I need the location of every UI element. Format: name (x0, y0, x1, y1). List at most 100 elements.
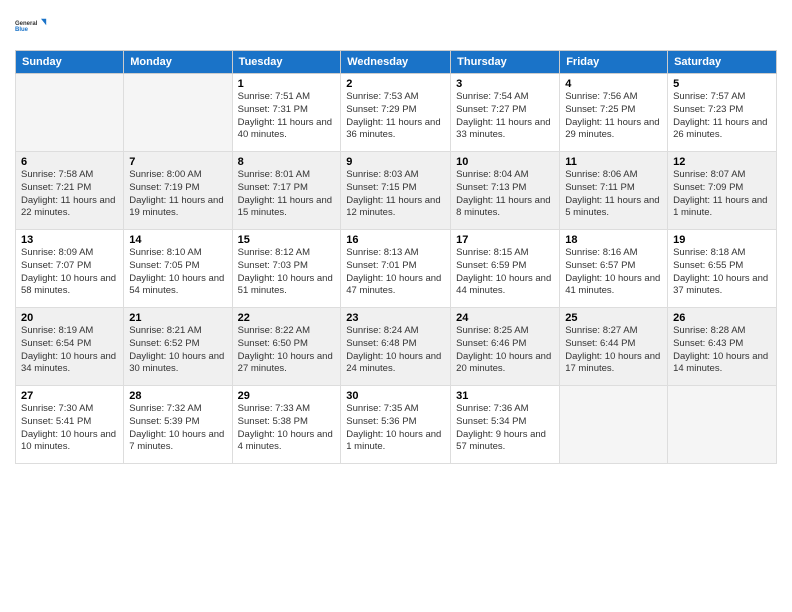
day-cell (16, 74, 124, 152)
day-number: 29 (238, 390, 336, 402)
day-cell: 6Sunrise: 7:58 AM Sunset: 7:21 PM Daylig… (16, 152, 124, 230)
day-cell: 1Sunrise: 7:51 AM Sunset: 7:31 PM Daylig… (232, 74, 341, 152)
day-cell: 18Sunrise: 8:16 AM Sunset: 6:57 PM Dayli… (560, 230, 668, 308)
day-info: Sunrise: 8:25 AM Sunset: 6:46 PM Dayligh… (456, 325, 554, 376)
weekday-friday: Friday (560, 51, 668, 74)
svg-text:Blue: Blue (15, 27, 29, 33)
day-info: Sunrise: 8:18 AM Sunset: 6:55 PM Dayligh… (673, 247, 771, 298)
day-number: 18 (565, 234, 662, 246)
calendar: SundayMondayTuesdayWednesdayThursdayFrid… (15, 50, 777, 464)
day-cell: 15Sunrise: 8:12 AM Sunset: 7:03 PM Dayli… (232, 230, 341, 308)
day-cell: 21Sunrise: 8:21 AM Sunset: 6:52 PM Dayli… (124, 308, 232, 386)
day-info: Sunrise: 8:13 AM Sunset: 7:01 PM Dayligh… (346, 247, 445, 298)
logo: GeneralBlue (15, 10, 47, 42)
day-cell: 14Sunrise: 8:10 AM Sunset: 7:05 PM Dayli… (124, 230, 232, 308)
day-info: Sunrise: 8:19 AM Sunset: 6:54 PM Dayligh… (21, 325, 118, 376)
day-cell: 19Sunrise: 8:18 AM Sunset: 6:55 PM Dayli… (668, 230, 777, 308)
day-cell: 10Sunrise: 8:04 AM Sunset: 7:13 PM Dayli… (451, 152, 560, 230)
week-row-1: 1Sunrise: 7:51 AM Sunset: 7:31 PM Daylig… (16, 74, 777, 152)
day-cell: 29Sunrise: 7:33 AM Sunset: 5:38 PM Dayli… (232, 386, 341, 464)
day-number: 22 (238, 312, 336, 324)
weekday-header-row: SundayMondayTuesdayWednesdayThursdayFrid… (16, 51, 777, 74)
day-cell: 7Sunrise: 8:00 AM Sunset: 7:19 PM Daylig… (124, 152, 232, 230)
week-row-2: 6Sunrise: 7:58 AM Sunset: 7:21 PM Daylig… (16, 152, 777, 230)
day-info: Sunrise: 8:28 AM Sunset: 6:43 PM Dayligh… (673, 325, 771, 376)
weekday-monday: Monday (124, 51, 232, 74)
day-cell: 16Sunrise: 8:13 AM Sunset: 7:01 PM Dayli… (341, 230, 451, 308)
day-info: Sunrise: 7:33 AM Sunset: 5:38 PM Dayligh… (238, 403, 336, 454)
day-number: 19 (673, 234, 771, 246)
day-info: Sunrise: 7:57 AM Sunset: 7:23 PM Dayligh… (673, 91, 771, 142)
day-info: Sunrise: 8:22 AM Sunset: 6:50 PM Dayligh… (238, 325, 336, 376)
day-cell: 28Sunrise: 7:32 AM Sunset: 5:39 PM Dayli… (124, 386, 232, 464)
day-info: Sunrise: 8:12 AM Sunset: 7:03 PM Dayligh… (238, 247, 336, 298)
day-number: 5 (673, 78, 771, 90)
day-cell: 20Sunrise: 8:19 AM Sunset: 6:54 PM Dayli… (16, 308, 124, 386)
day-number: 14 (129, 234, 226, 246)
day-number: 17 (456, 234, 554, 246)
day-number: 9 (346, 156, 445, 168)
header: GeneralBlue (15, 10, 777, 42)
day-info: Sunrise: 8:07 AM Sunset: 7:09 PM Dayligh… (673, 169, 771, 220)
logo-icon: GeneralBlue (15, 10, 47, 42)
day-number: 25 (565, 312, 662, 324)
day-info: Sunrise: 8:06 AM Sunset: 7:11 PM Dayligh… (565, 169, 662, 220)
day-cell (560, 386, 668, 464)
day-number: 20 (21, 312, 118, 324)
day-cell: 23Sunrise: 8:24 AM Sunset: 6:48 PM Dayli… (341, 308, 451, 386)
day-number: 15 (238, 234, 336, 246)
weekday-thursday: Thursday (451, 51, 560, 74)
day-cell: 17Sunrise: 8:15 AM Sunset: 6:59 PM Dayli… (451, 230, 560, 308)
day-info: Sunrise: 8:15 AM Sunset: 6:59 PM Dayligh… (456, 247, 554, 298)
day-info: Sunrise: 7:53 AM Sunset: 7:29 PM Dayligh… (346, 91, 445, 142)
day-cell: 30Sunrise: 7:35 AM Sunset: 5:36 PM Dayli… (341, 386, 451, 464)
day-info: Sunrise: 8:27 AM Sunset: 6:44 PM Dayligh… (565, 325, 662, 376)
week-row-4: 20Sunrise: 8:19 AM Sunset: 6:54 PM Dayli… (16, 308, 777, 386)
day-number: 30 (346, 390, 445, 402)
weekday-wednesday: Wednesday (341, 51, 451, 74)
day-info: Sunrise: 7:36 AM Sunset: 5:34 PM Dayligh… (456, 403, 554, 454)
day-info: Sunrise: 8:04 AM Sunset: 7:13 PM Dayligh… (456, 169, 554, 220)
weekday-tuesday: Tuesday (232, 51, 341, 74)
day-info: Sunrise: 7:35 AM Sunset: 5:36 PM Dayligh… (346, 403, 445, 454)
day-cell: 8Sunrise: 8:01 AM Sunset: 7:17 PM Daylig… (232, 152, 341, 230)
day-cell: 2Sunrise: 7:53 AM Sunset: 7:29 PM Daylig… (341, 74, 451, 152)
day-cell: 31Sunrise: 7:36 AM Sunset: 5:34 PM Dayli… (451, 386, 560, 464)
svg-text:General: General (15, 21, 38, 27)
day-cell: 27Sunrise: 7:30 AM Sunset: 5:41 PM Dayli… (16, 386, 124, 464)
day-info: Sunrise: 8:10 AM Sunset: 7:05 PM Dayligh… (129, 247, 226, 298)
day-number: 23 (346, 312, 445, 324)
day-number: 7 (129, 156, 226, 168)
weekday-sunday: Sunday (16, 51, 124, 74)
day-cell: 4Sunrise: 7:56 AM Sunset: 7:25 PM Daylig… (560, 74, 668, 152)
day-number: 24 (456, 312, 554, 324)
day-info: Sunrise: 8:01 AM Sunset: 7:17 PM Dayligh… (238, 169, 336, 220)
day-info: Sunrise: 7:51 AM Sunset: 7:31 PM Dayligh… (238, 91, 336, 142)
page: GeneralBlue SundayMondayTuesdayWednesday… (0, 0, 792, 612)
week-row-5: 27Sunrise: 7:30 AM Sunset: 5:41 PM Dayli… (16, 386, 777, 464)
day-cell: 12Sunrise: 8:07 AM Sunset: 7:09 PM Dayli… (668, 152, 777, 230)
day-info: Sunrise: 7:56 AM Sunset: 7:25 PM Dayligh… (565, 91, 662, 142)
day-number: 2 (346, 78, 445, 90)
day-cell (124, 74, 232, 152)
day-cell: 22Sunrise: 8:22 AM Sunset: 6:50 PM Dayli… (232, 308, 341, 386)
day-info: Sunrise: 8:00 AM Sunset: 7:19 PM Dayligh… (129, 169, 226, 220)
day-number: 3 (456, 78, 554, 90)
day-cell: 13Sunrise: 8:09 AM Sunset: 7:07 PM Dayli… (16, 230, 124, 308)
calendar-body: 1Sunrise: 7:51 AM Sunset: 7:31 PM Daylig… (16, 74, 777, 464)
weekday-saturday: Saturday (668, 51, 777, 74)
day-cell: 3Sunrise: 7:54 AM Sunset: 7:27 PM Daylig… (451, 74, 560, 152)
day-cell: 9Sunrise: 8:03 AM Sunset: 7:15 PM Daylig… (341, 152, 451, 230)
day-cell: 24Sunrise: 8:25 AM Sunset: 6:46 PM Dayli… (451, 308, 560, 386)
day-info: Sunrise: 8:21 AM Sunset: 6:52 PM Dayligh… (129, 325, 226, 376)
day-info: Sunrise: 7:54 AM Sunset: 7:27 PM Dayligh… (456, 91, 554, 142)
week-row-3: 13Sunrise: 8:09 AM Sunset: 7:07 PM Dayli… (16, 230, 777, 308)
day-number: 16 (346, 234, 445, 246)
day-number: 13 (21, 234, 118, 246)
day-number: 1 (238, 78, 336, 90)
day-number: 10 (456, 156, 554, 168)
day-cell: 26Sunrise: 8:28 AM Sunset: 6:43 PM Dayli… (668, 308, 777, 386)
day-number: 12 (673, 156, 771, 168)
day-info: Sunrise: 8:03 AM Sunset: 7:15 PM Dayligh… (346, 169, 445, 220)
day-info: Sunrise: 7:32 AM Sunset: 5:39 PM Dayligh… (129, 403, 226, 454)
